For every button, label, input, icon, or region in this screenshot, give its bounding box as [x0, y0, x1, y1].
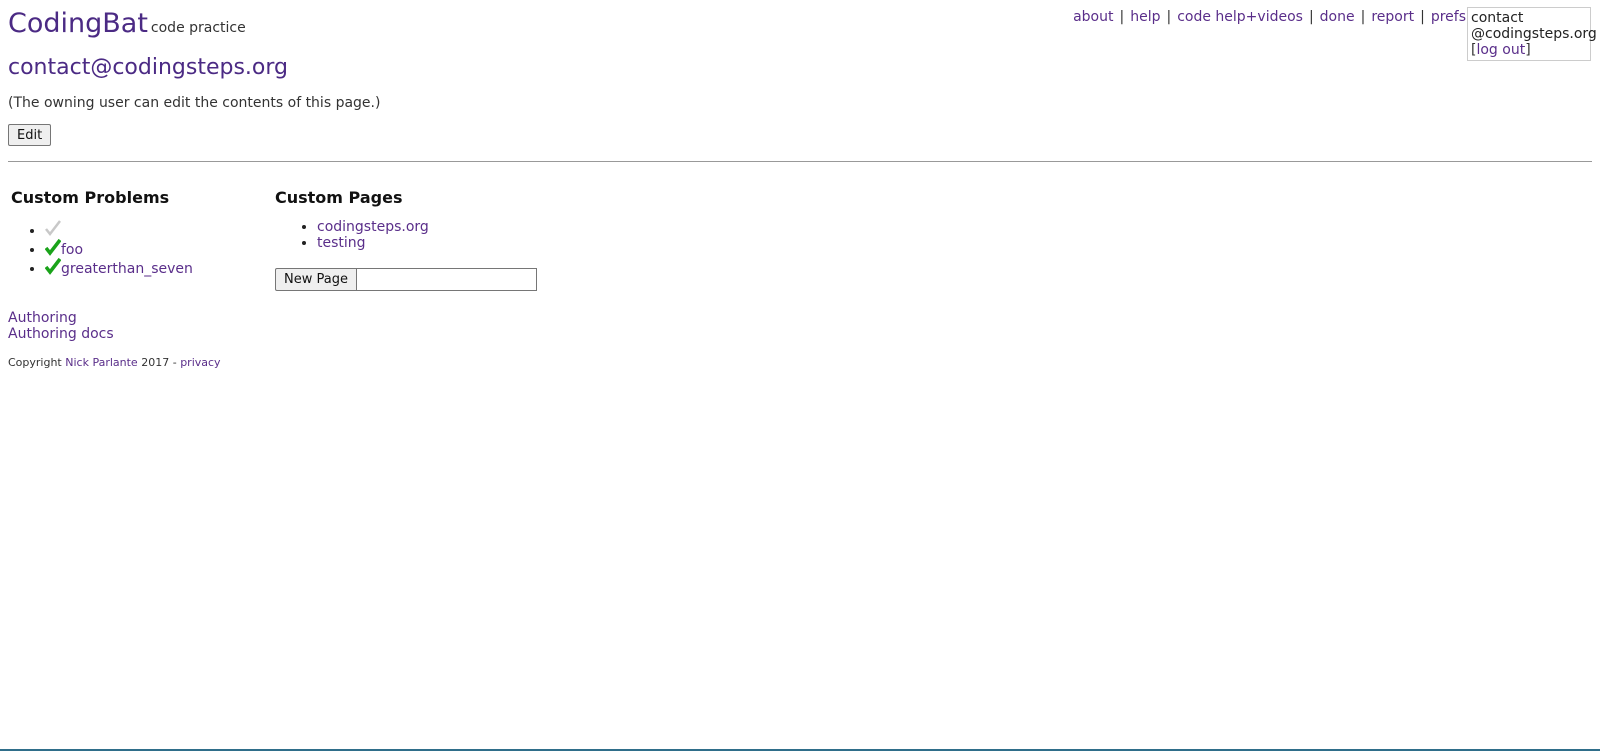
nav-help[interactable]: help — [1130, 9, 1160, 25]
divider — [8, 161, 1592, 162]
privacy-link[interactable]: privacy — [180, 356, 220, 369]
nav-separator: | — [1166, 9, 1172, 25]
gray-check-icon — [45, 219, 61, 237]
list-item — [45, 219, 261, 238]
list-item: testing — [317, 235, 575, 251]
nav-done[interactable]: done — [1320, 9, 1355, 25]
page-link-testing[interactable]: testing — [317, 235, 366, 251]
page-link-codingsteps[interactable]: codingsteps.org — [317, 219, 429, 235]
page-list: codingsteps.org testing — [275, 219, 575, 251]
nav-report[interactable]: report — [1371, 9, 1414, 25]
custom-problems-section: Custom Problems foo greaterthan_seven — [11, 188, 261, 277]
list-item: codingsteps.org — [317, 219, 575, 235]
new-page-button[interactable]: New Page — [275, 268, 357, 291]
custom-pages-heading: Custom Pages — [275, 188, 403, 207]
user-name-line2: @codingsteps.org — [1471, 26, 1597, 42]
problem-link-greaterthan-seven[interactable]: greaterthan_seven — [61, 261, 193, 277]
owner-title: contact@codingsteps.org — [8, 55, 288, 80]
user-box: contact @codingsteps.org [log out] — [1467, 7, 1597, 61]
new-page-form: New Page — [275, 268, 537, 291]
authoring-link[interactable]: Authoring — [8, 310, 77, 326]
logo-link[interactable]: CodingBat — [8, 8, 148, 39]
nav-prefs[interactable]: prefs — [1431, 9, 1466, 25]
copyright-prefix: Copyright — [8, 356, 62, 369]
copyright: Copyright Nick Parlante 2017 - privacy — [8, 356, 221, 369]
list-item: greaterthan_seven — [44, 257, 261, 277]
problem-list: foo greaterthan_seven — [11, 219, 261, 277]
problem-link-foo[interactable]: foo — [61, 242, 83, 258]
page: CodingBat code practice about | help | code h… — [0, 0, 1600, 751]
copyright-year: 2017 — [141, 356, 170, 369]
nav-separator: | — [1308, 9, 1314, 25]
authoring-docs-link[interactable]: Authoring docs — [8, 326, 114, 342]
top-nav: about | help | code help+videos | done | report |… — [1073, 9, 1466, 25]
green-check-icon — [44, 238, 62, 256]
footer-links: Authoring Authoring docs — [8, 310, 114, 342]
nav-code-help-videos[interactable]: code help+videos — [1177, 9, 1303, 25]
nav-separator: | — [1360, 9, 1366, 25]
copyright-dash: - — [172, 356, 177, 369]
author-link[interactable]: Nick Parlante — [65, 356, 137, 369]
edit-button[interactable]: Edit — [8, 124, 52, 146]
owner-note: (The owning user can edit the contents o… — [8, 95, 381, 111]
logout-link[interactable]: log out — [1476, 42, 1525, 58]
logout-row: [log out] — [1471, 42, 1587, 58]
custom-problems-heading: Custom Problems — [11, 188, 170, 207]
nav-separator: | — [1420, 9, 1425, 25]
nav-separator: | — [1119, 9, 1125, 25]
site-header: CodingBat code practice — [8, 8, 246, 39]
new-page-input[interactable] — [356, 268, 537, 291]
list-item: foo — [44, 238, 261, 258]
custom-pages-section: Custom Pages codingsteps.org testing New… — [275, 188, 575, 291]
tagline: code practice — [150, 20, 246, 36]
user-name-line1: contact — [1471, 10, 1524, 26]
nav-about[interactable]: about — [1073, 9, 1113, 25]
logout-bracket-close: ] — [1525, 42, 1531, 58]
green-check-icon — [44, 257, 62, 275]
